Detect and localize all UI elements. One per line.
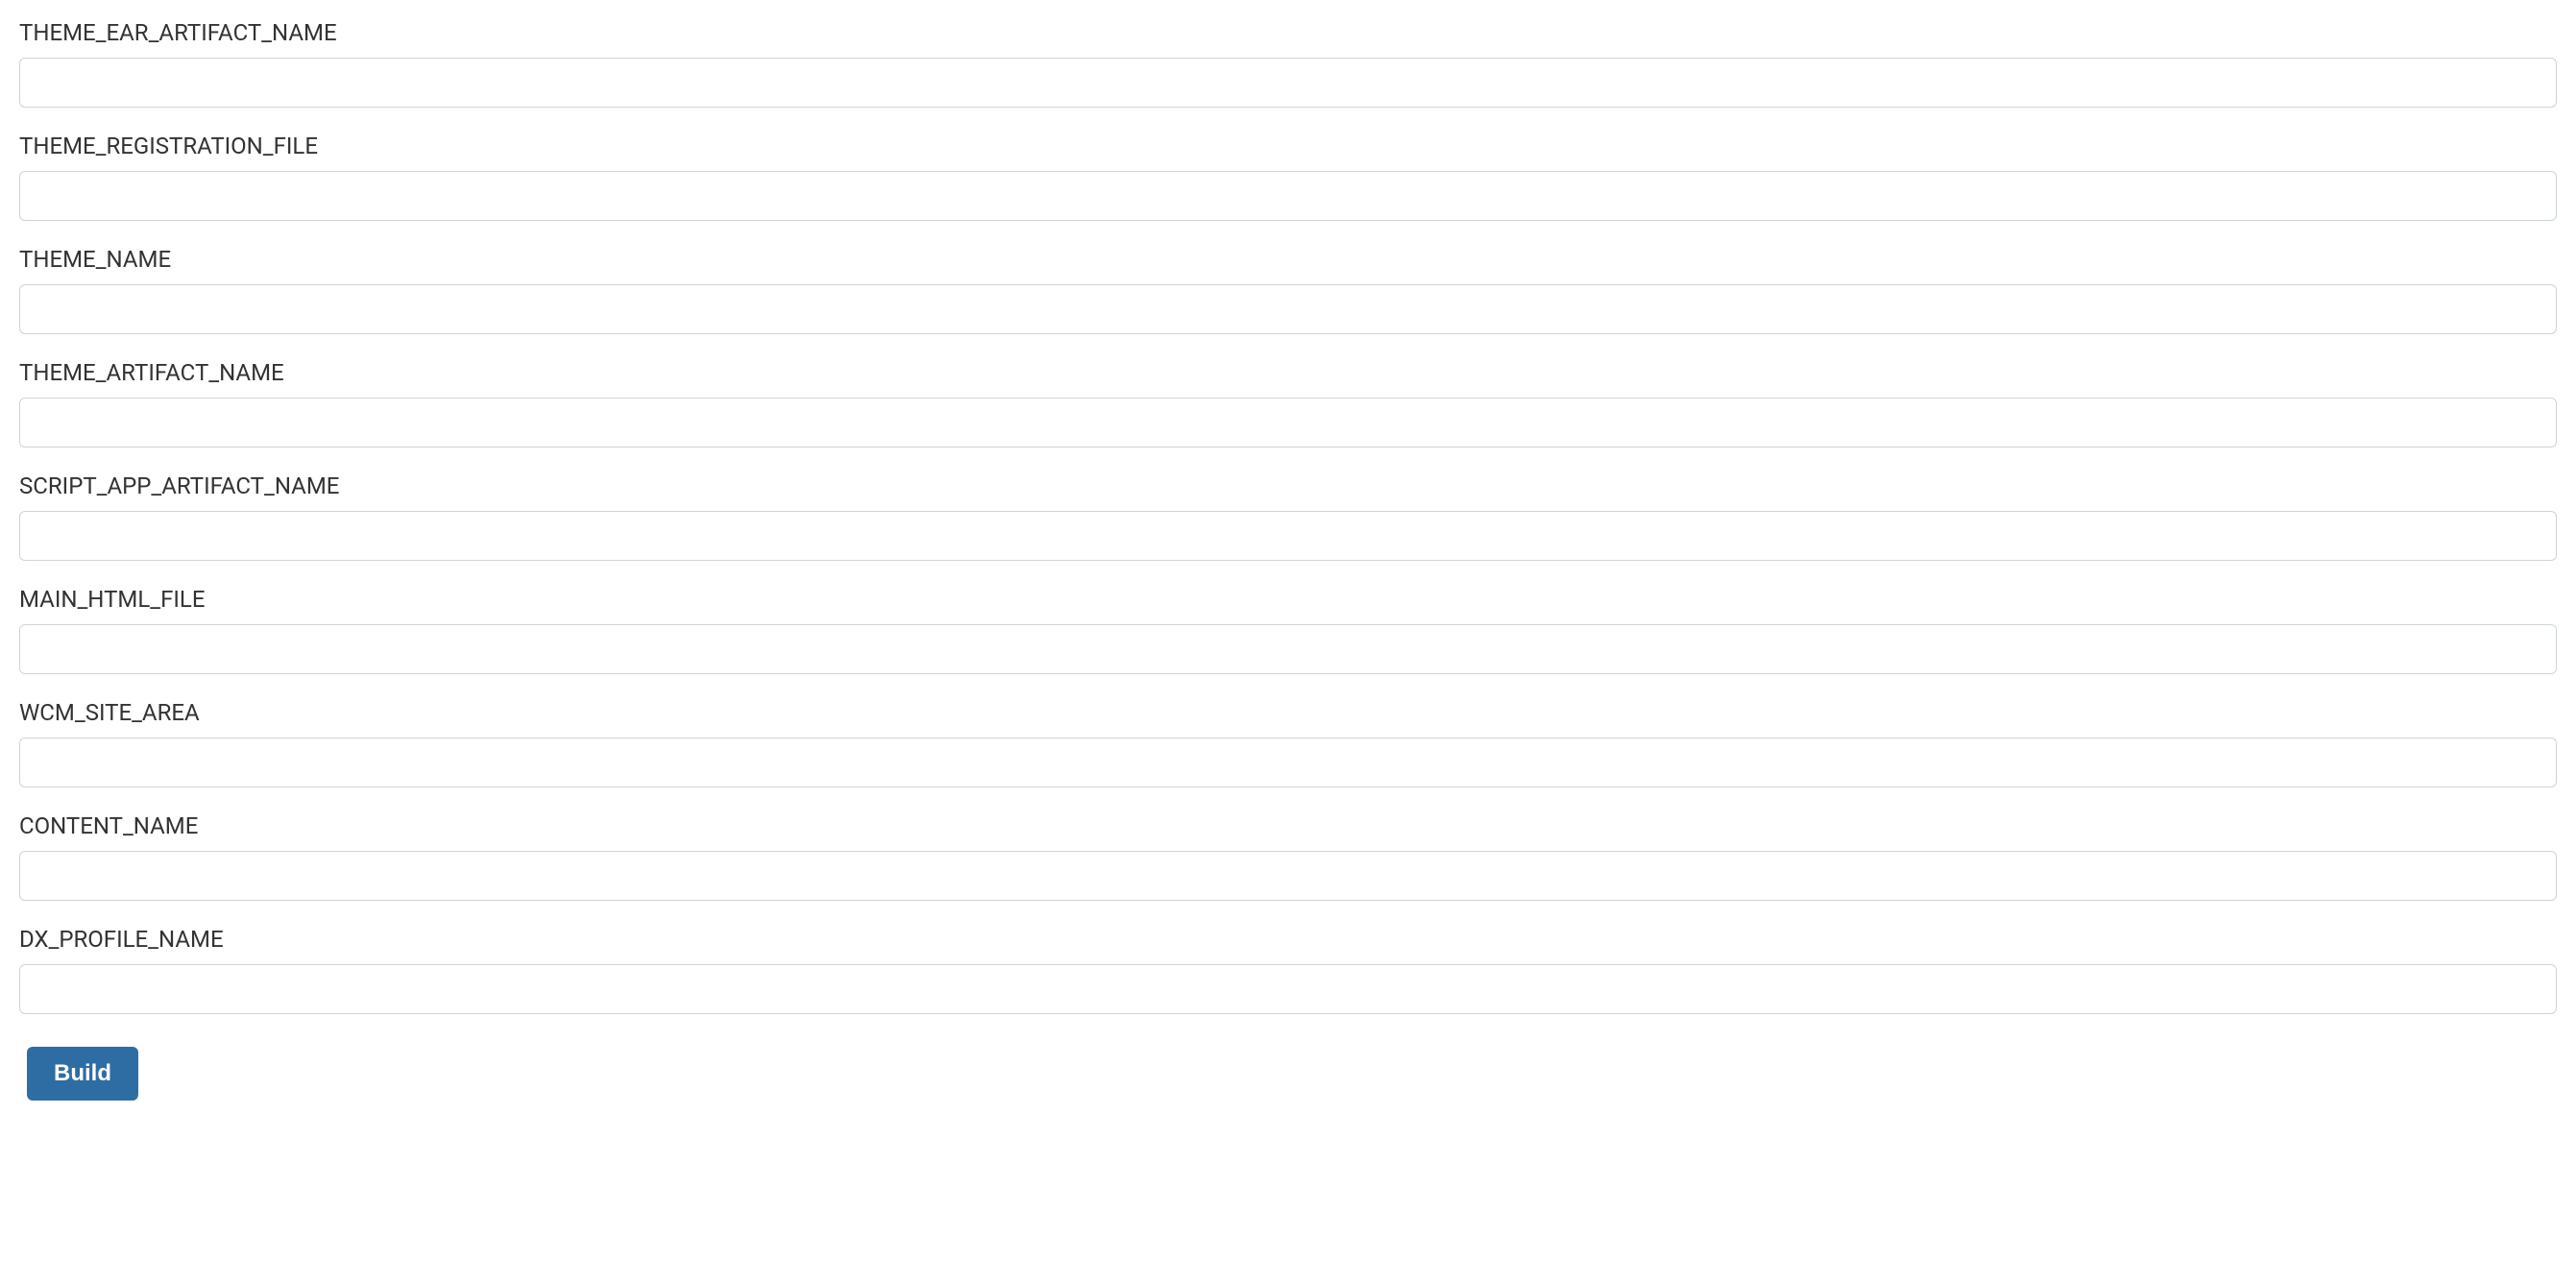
- label-theme-artifact-name: THEME_ARTIFACT_NAME: [19, 359, 2557, 386]
- form-group-dx-profile-name: DX_PROFILE_NAME: [19, 926, 2557, 1014]
- form-group-content-name: CONTENT_NAME: [19, 812, 2557, 901]
- label-main-html-file: MAIN_HTML_FILE: [19, 586, 2557, 613]
- build-form: THEME_EAR_ARTIFACT_NAME THEME_REGISTRATI…: [19, 19, 2557, 1101]
- label-theme-name: THEME_NAME: [19, 246, 2557, 273]
- input-theme-name[interactable]: [19, 284, 2557, 334]
- form-group-theme-name: THEME_NAME: [19, 246, 2557, 334]
- input-theme-ear-artifact-name[interactable]: [19, 58, 2557, 108]
- form-group-main-html-file: MAIN_HTML_FILE: [19, 586, 2557, 674]
- input-wcm-site-area[interactable]: [19, 738, 2557, 787]
- label-wcm-site-area: WCM_SITE_AREA: [19, 699, 2557, 726]
- label-content-name: CONTENT_NAME: [19, 812, 2557, 839]
- form-group-theme-artifact-name: THEME_ARTIFACT_NAME: [19, 359, 2557, 448]
- label-theme-registration-file: THEME_REGISTRATION_FILE: [19, 133, 2557, 159]
- input-content-name[interactable]: [19, 851, 2557, 901]
- input-main-html-file[interactable]: [19, 624, 2557, 674]
- form-group-theme-ear-artifact-name: THEME_EAR_ARTIFACT_NAME: [19, 19, 2557, 108]
- input-theme-registration-file[interactable]: [19, 171, 2557, 221]
- form-group-script-app-artifact-name: SCRIPT_APP_ARTIFACT_NAME: [19, 472, 2557, 561]
- input-dx-profile-name[interactable]: [19, 964, 2557, 1014]
- input-theme-artifact-name[interactable]: [19, 398, 2557, 448]
- input-script-app-artifact-name[interactable]: [19, 511, 2557, 561]
- label-script-app-artifact-name: SCRIPT_APP_ARTIFACT_NAME: [19, 472, 2557, 499]
- label-dx-profile-name: DX_PROFILE_NAME: [19, 926, 2557, 953]
- build-button[interactable]: Build: [27, 1047, 138, 1101]
- label-theme-ear-artifact-name: THEME_EAR_ARTIFACT_NAME: [19, 19, 2557, 46]
- form-group-theme-registration-file: THEME_REGISTRATION_FILE: [19, 133, 2557, 221]
- form-group-wcm-site-area: WCM_SITE_AREA: [19, 699, 2557, 787]
